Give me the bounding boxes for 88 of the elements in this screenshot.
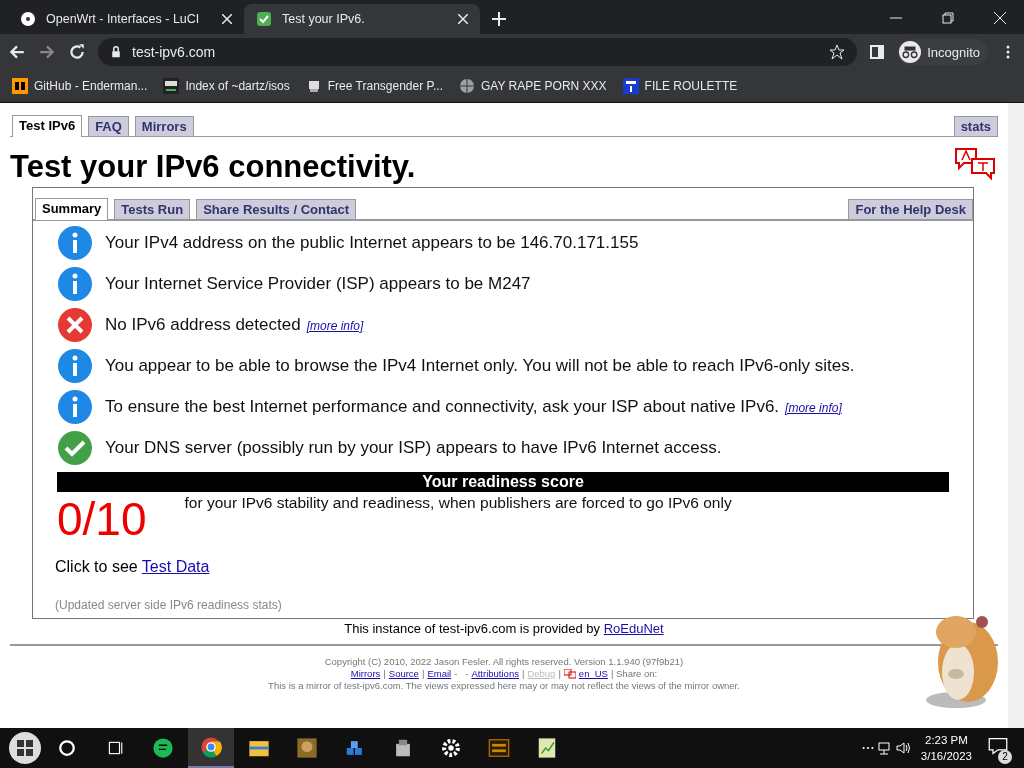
result-text: Your DNS server (possibly run by your ISP) appears to have IPv6 Internet access. [105,438,722,458]
panel-tab[interactable]: Share Results / Contact [196,199,357,219]
error-icon [57,307,93,343]
language-link[interactable]: en_US [578,668,608,680]
chrome-icon [200,736,222,758]
separator-text: | [558,668,561,680]
network-icon [876,740,893,756]
chat-icon [152,737,174,759]
globe-icon [458,78,475,94]
footer-link[interactable]: Email [427,668,452,680]
site-tab[interactable]: Mirrors [134,116,194,136]
address-bar[interactable]: test-ipv6.com [98,38,858,66]
footer-link[interactable]: Mirrors [350,668,381,680]
check-icon [256,11,272,27]
provider-text: This instance of test-ipv6.com is provided by RoEduNet [343,620,665,638]
taskbar-app[interactable] [188,728,234,768]
separator-text: | [521,668,525,680]
test-data-link[interactable]: Test Data [141,558,210,575]
bookmark[interactable]: GAY RAPE PORN XXX [458,78,607,94]
notification-count: 2 [998,750,1012,764]
notepad-icon [536,737,558,759]
info-icon [57,389,93,425]
scrollbar[interactable] [1008,103,1024,728]
bookmark-icon [163,78,180,94]
separator-text: - - [454,668,469,680]
panel-tab[interactable]: Tests Run [114,199,191,219]
side-panel-icon [869,44,886,60]
site-tab[interactable]: FAQ [88,116,129,136]
task-view-icon [106,739,124,757]
copyright-text: Copyright (C) 2010, 2022 Jason Fesler. All rights reserved. Version 1.1.940 (97f9b21) [324,656,684,668]
maximize-icon[interactable] [942,12,954,24]
provider-link[interactable]: RoEduNet [603,621,664,636]
back-icon [8,43,26,61]
settings-icon [440,737,462,759]
bookmark[interactable]: GitHub - Enderman... [12,78,148,94]
incognito-icon [899,41,922,63]
footer-link[interactable]: Source [388,668,419,680]
help-desk-tab[interactable]: For the Help Desk [848,199,973,219]
search-icon [58,739,76,757]
start-icon[interactable] [8,731,42,765]
bookmark[interactable]: FILE ROULETTE [622,78,738,94]
volume-icon [894,740,911,756]
score-banner: Your readiness score [57,472,949,492]
more-info-link[interactable]: [more info] [785,401,842,415]
result-text: Your Internet Service Provider (ISP) appears to be M247 [105,274,531,294]
result-text: Your IPv4 address on the public Internet appears to be 146.70.171.155 [105,233,639,253]
result-text: You appear to be able to browse the IPv4 Internet only. You will not be able to reach IPv6-only sites. [105,356,855,376]
browser-tab[interactable]: Test your IPv6. [244,4,480,34]
close-icon[interactable] [994,12,1006,24]
translate-icon[interactable] [954,147,998,181]
bookmark[interactable]: Index of ~dartz/isos [163,78,290,94]
separator-text: | [421,668,425,680]
close-icon[interactable] [458,14,468,24]
check-icon [57,430,93,466]
bookmark-icon [622,78,639,94]
site-tab[interactable]: Test IPv6 [12,115,83,137]
mirror-note: This is a mirror of test-ipv6.com. The views expressed here may or may not reflect the views of the mirror owner. [268,680,740,692]
more-info-link[interactable]: [more info] [306,319,364,333]
info-icon [57,348,93,384]
bookmark[interactable]: Free Transgender P... [305,78,443,94]
info-icon [57,225,93,261]
test-data-text: Click to see Test Data [54,557,211,576]
updated-note: (Updated server side IPv6 readiness stats) [54,597,283,612]
separator-text: | Share on: [610,668,658,680]
clock-date[interactable]: 3/16/2023 [920,748,972,764]
ph-logo-icon [12,78,28,94]
score-caption: for your IPv6 stability and readiness, when publishers are forced to go IPv6 only [184,494,732,513]
signal-icon [20,11,36,27]
forward-icon [38,43,56,61]
page-heading: Test your IPv6 connectivity. [10,149,416,185]
info-icon [57,266,93,302]
result-text: No IPv6 address detected [more info] [105,315,364,335]
clock-app-icon [488,737,510,759]
footer-link[interactable]: Attributions [471,668,519,680]
lock-icon [110,46,122,58]
separator-text: | [383,668,386,680]
translate-icon [563,669,576,679]
result-text: To ensure the best Internet performance and connectivity, ask your ISP about native IPv6. [more info] [105,397,842,417]
close-icon[interactable] [222,14,232,24]
profile-button[interactable]: Incognito [897,39,988,65]
browser-tab[interactable]: OpenWrt - Interfaces - LuCI [8,4,244,34]
clock-time[interactable]: 2:23 PM [920,732,972,748]
reload-icon [68,43,86,61]
readiness-score: 0/10 [57,492,147,546]
panel-tab[interactable]: Summary [35,198,109,220]
star-icon [829,44,846,60]
plus-icon[interactable] [492,12,506,26]
stats-tab[interactable]: stats [953,116,998,136]
